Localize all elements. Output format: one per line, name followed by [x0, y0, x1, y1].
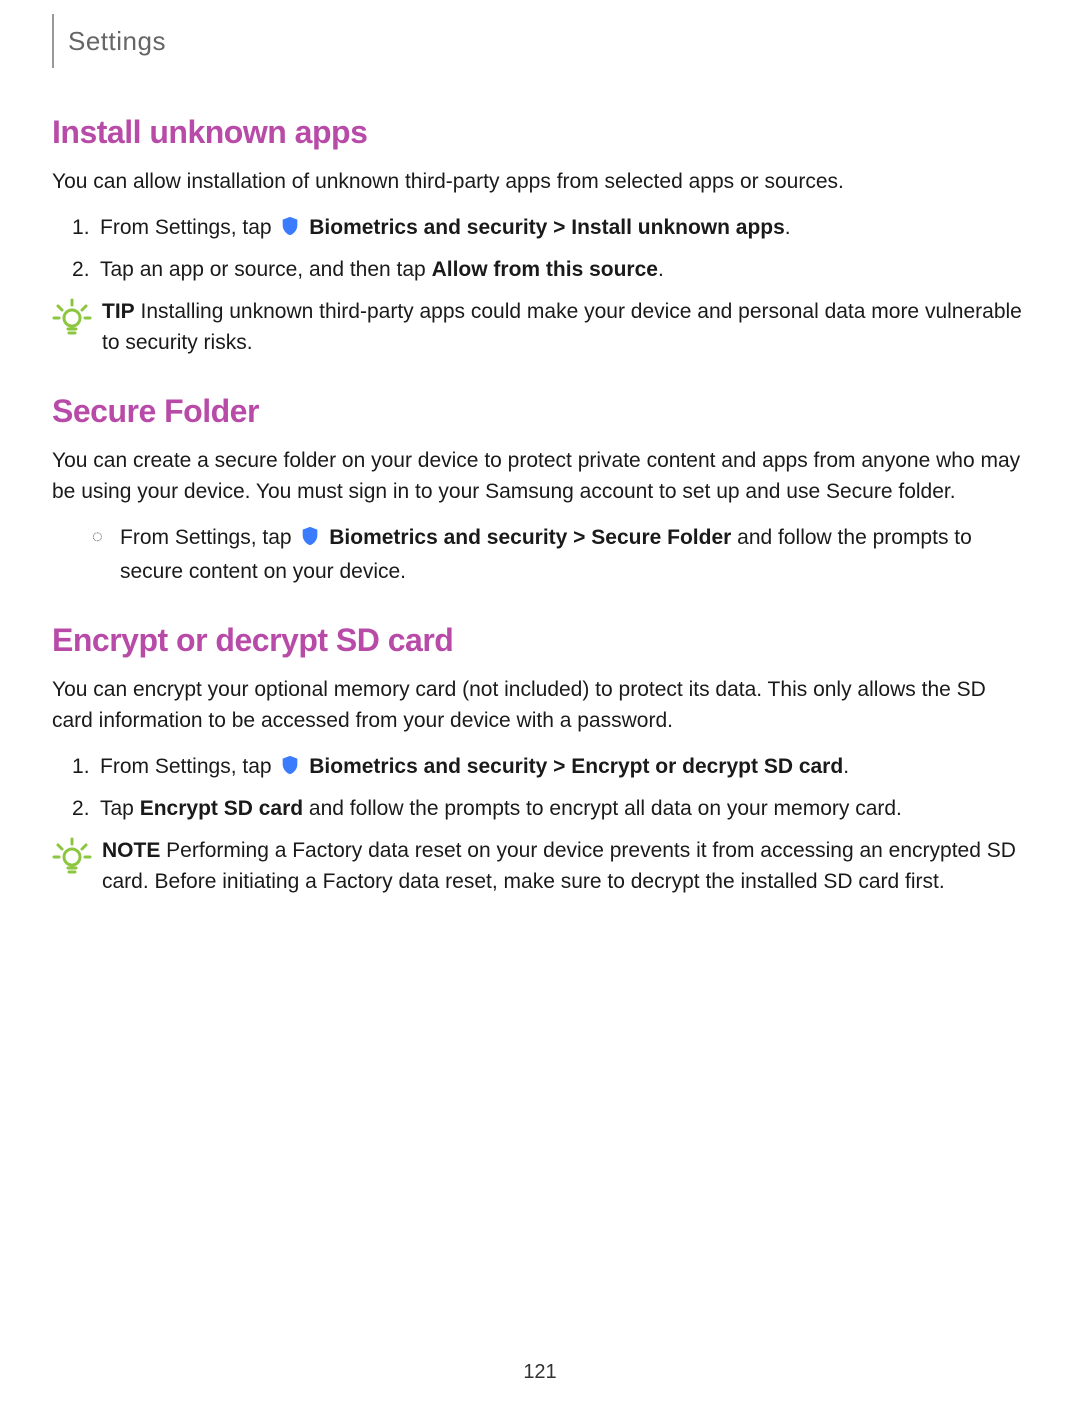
- steps-encrypt-sd: From Settings, tap Biometrics and securi…: [52, 751, 1028, 825]
- list-item: From Settings, tap Biometrics and securi…: [52, 212, 1028, 247]
- note-label: NOTE: [102, 839, 160, 862]
- callout-body: NOTE Performing a Factory data reset on …: [102, 835, 1028, 898]
- lightbulb-icon: [52, 298, 92, 348]
- heading-install-unknown-apps: Install unknown apps: [52, 108, 1028, 156]
- note-text: Performing a Factory data reset on your …: [102, 839, 1016, 894]
- note-callout: NOTE Performing a Factory data reset on …: [52, 835, 1028, 898]
- step-bold: Allow from this source: [432, 258, 658, 281]
- step-suffix: and follow the prompts to encrypt all da…: [303, 797, 902, 820]
- intro-install-unknown-apps: You can allow installation of unknown th…: [52, 166, 1028, 198]
- step-text: From Settings, tap: [120, 526, 297, 549]
- page-number: 121: [0, 1357, 1080, 1387]
- step-bold: Encrypt SD card: [140, 797, 303, 820]
- list-item: Tap Encrypt SD card and follow the promp…: [52, 793, 1028, 825]
- shield-icon: [299, 525, 321, 557]
- step-text: Tap: [100, 797, 140, 820]
- shield-icon: [279, 215, 301, 247]
- list-item: Tap an app or source, and then tap Allow…: [52, 254, 1028, 286]
- tip-callout: TIP Installing unknown third-party apps …: [52, 296, 1028, 359]
- list-item: From Settings, tap Biometrics and securi…: [52, 522, 1028, 588]
- page-header: Settings: [52, 14, 1028, 68]
- step-text: From Settings, tap: [100, 216, 277, 239]
- step-bold: Biometrics and security > Secure Folder: [329, 526, 731, 549]
- breadcrumb: Settings: [68, 22, 166, 61]
- steps-install-unknown-apps: From Settings, tap Biometrics and securi…: [52, 212, 1028, 286]
- shield-icon: [279, 754, 301, 786]
- step-text: Tap an app or source, and then tap: [100, 258, 432, 281]
- tip-text: Installing unknown third-party apps coul…: [102, 300, 1022, 355]
- tip-label: TIP: [102, 300, 135, 323]
- heading-encrypt-sd: Encrypt or decrypt SD card: [52, 616, 1028, 664]
- lightbulb-icon: [52, 837, 92, 887]
- list-item: From Settings, tap Biometrics and securi…: [52, 751, 1028, 786]
- steps-secure-folder: From Settings, tap Biometrics and securi…: [52, 522, 1028, 588]
- step-suffix: .: [843, 755, 849, 778]
- step-text: From Settings, tap: [100, 755, 277, 778]
- intro-encrypt-sd: You can encrypt your optional memory car…: [52, 674, 1028, 737]
- callout-body: TIP Installing unknown third-party apps …: [102, 296, 1028, 359]
- step-suffix: .: [785, 216, 791, 239]
- intro-secure-folder: You can create a secure folder on your d…: [52, 445, 1028, 508]
- step-bold: Biometrics and security > Install unknow…: [309, 216, 785, 239]
- step-suffix: .: [658, 258, 664, 281]
- heading-secure-folder: Secure Folder: [52, 387, 1028, 435]
- step-bold: Biometrics and security > Encrypt or dec…: [309, 755, 843, 778]
